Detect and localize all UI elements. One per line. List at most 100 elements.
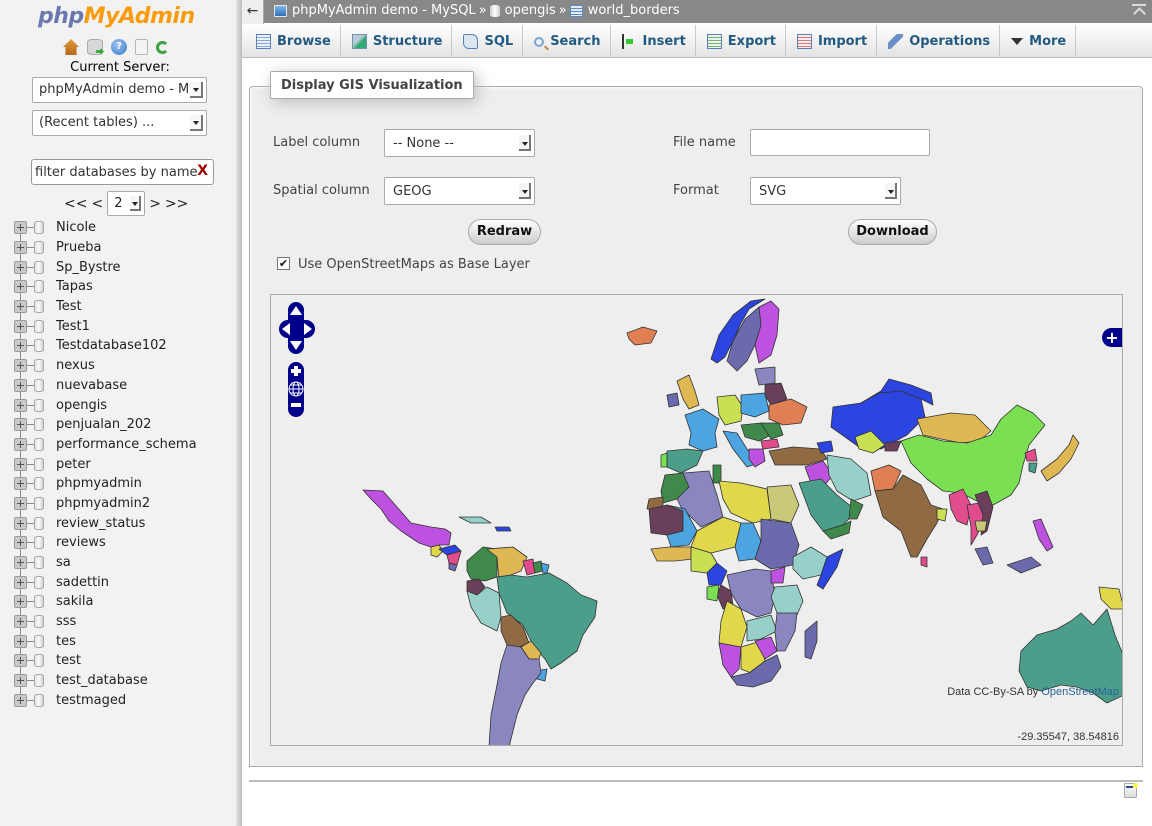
database-name[interactable]: Testdatabase102 — [56, 338, 167, 353]
database-name[interactable]: peter — [56, 457, 91, 472]
expand-icon[interactable] — [14, 260, 27, 274]
database-item[interactable]: nexus — [14, 356, 236, 376]
database-name[interactable]: Nicole — [56, 220, 96, 235]
expand-icon[interactable] — [14, 437, 27, 451]
tab-more[interactable]: More — [1000, 25, 1077, 58]
expand-icon[interactable] — [14, 477, 27, 491]
expand-icon[interactable] — [14, 654, 27, 668]
breadcrumb-table[interactable]: world_borders — [588, 3, 680, 18]
database-item[interactable]: test_database — [14, 671, 236, 691]
logout-icon[interactable] — [87, 39, 103, 55]
tab-import[interactable]: Import — [786, 25, 878, 58]
tab-structure[interactable]: Structure — [341, 25, 453, 58]
expand-icon[interactable] — [14, 693, 27, 707]
pan-up-button[interactable] — [285, 302, 309, 319]
database-item[interactable]: Tapas — [14, 277, 236, 297]
openstreetmap-link[interactable]: OpenStreetMap — [1041, 686, 1119, 698]
database-name[interactable]: testmaged — [56, 693, 126, 708]
expand-icon[interactable] — [14, 221, 27, 235]
tab-search[interactable]: Search — [523, 25, 611, 58]
breadcrumb-server[interactable]: phpMyAdmin demo - MySQL — [292, 3, 476, 18]
database-item[interactable]: Prueba — [14, 238, 236, 258]
database-item[interactable]: review_status — [14, 513, 236, 533]
tab-sql[interactable]: SQL — [452, 25, 524, 58]
database-name[interactable]: Test1 — [56, 319, 90, 334]
zoom-in-button[interactable] — [288, 362, 304, 378]
tab-export[interactable]: Export — [696, 25, 786, 58]
database-name[interactable]: Test — [56, 299, 82, 314]
download-button[interactable]: Download — [848, 219, 937, 245]
database-item[interactable]: sss — [14, 612, 236, 632]
expand-icon[interactable] — [14, 339, 27, 353]
expand-icon[interactable] — [14, 595, 27, 609]
database-name[interactable]: sadettin — [56, 575, 109, 590]
pan-down-button[interactable] — [285, 338, 309, 355]
expand-icon[interactable] — [14, 496, 27, 510]
format-select[interactable]: SVG — [750, 177, 901, 205]
database-item[interactable]: Test — [14, 297, 236, 317]
pager-prev[interactable]: < — [91, 196, 103, 212]
database-name[interactable]: opengis — [56, 398, 107, 413]
spatial-column-select[interactable]: GEOG — [384, 177, 535, 205]
home-icon[interactable] — [63, 39, 79, 55]
database-item[interactable]: Sp_Bystre — [14, 257, 236, 277]
expand-icon[interactable] — [14, 556, 27, 570]
expand-icon[interactable] — [14, 575, 27, 589]
database-item[interactable]: sakila — [14, 592, 236, 612]
pan-left-button[interactable] — [279, 320, 295, 338]
database-item[interactable]: tes — [14, 631, 236, 651]
navigation-resizer[interactable] — [236, 0, 242, 826]
clear-filter-icon[interactable]: X — [197, 163, 208, 179]
pager-last[interactable]: >> — [165, 196, 188, 212]
database-name[interactable]: phpmyadmin2 — [56, 496, 150, 511]
database-item[interactable]: phpmyadmin2 — [14, 494, 236, 514]
recent-tables-select[interactable]: (Recent tables) ... — [32, 110, 207, 136]
database-item[interactable]: sadettin — [14, 572, 236, 592]
database-name[interactable]: sakila — [56, 594, 93, 609]
help-icon[interactable]: ? — [111, 39, 127, 55]
database-item[interactable]: penjualan_202 — [14, 415, 236, 435]
breadcrumb-database[interactable]: opengis — [505, 3, 556, 18]
tab-browse[interactable]: Browse — [245, 25, 341, 58]
page-select[interactable]: 2 — [107, 191, 146, 216]
database-filter-input[interactable]: filter databases by name X — [31, 159, 214, 185]
back-button[interactable]: ← — [242, 0, 264, 24]
expand-icon[interactable] — [14, 398, 27, 412]
database-item[interactable]: Testdatabase102 — [14, 336, 236, 356]
console-icon[interactable] — [1124, 783, 1138, 798]
database-item[interactable]: sa — [14, 553, 236, 573]
expand-icon[interactable] — [14, 615, 27, 629]
pan-right-button[interactable] — [299, 320, 315, 338]
collapse-top-icon[interactable] — [1132, 4, 1146, 18]
database-name[interactable]: Sp_Bystre — [56, 260, 121, 275]
database-item[interactable]: nuevabase — [14, 376, 236, 396]
pager-next[interactable]: > — [149, 196, 161, 212]
database-item[interactable]: testmaged — [14, 691, 236, 711]
tab-operations[interactable]: Operations — [877, 25, 1001, 58]
expand-icon[interactable] — [14, 359, 27, 373]
expand-icon[interactable] — [14, 634, 27, 648]
gis-map[interactable]: + Data CC-By-SA by OpenStreetMap -29.355… — [270, 294, 1123, 746]
server-select[interactable]: phpMyAdmin demo - My — [32, 77, 207, 103]
file-name-input[interactable] — [750, 129, 930, 156]
database-name[interactable]: tes — [56, 634, 76, 649]
phpmyadmin-logo[interactable]: phpMyAdmin — [38, 4, 195, 29]
expand-icon[interactable] — [14, 674, 27, 688]
redraw-button[interactable]: Redraw — [468, 219, 541, 245]
layer-switcher-button[interactable]: + — [1102, 328, 1122, 347]
database-item[interactable]: peter — [14, 454, 236, 474]
expand-icon[interactable] — [14, 418, 27, 432]
expand-icon[interactable] — [14, 241, 27, 255]
tab-insert[interactable]: Insert — [611, 25, 696, 58]
database-name[interactable]: Tapas — [56, 279, 93, 294]
database-name[interactable]: sa — [56, 555, 71, 570]
database-name[interactable]: test_database — [56, 673, 148, 688]
pager-first[interactable]: << — [64, 196, 87, 212]
expand-icon[interactable] — [14, 536, 27, 550]
database-name[interactable]: penjualan_202 — [56, 417, 151, 432]
database-item[interactable]: phpmyadmin — [14, 474, 236, 494]
database-name[interactable]: sss — [56, 614, 76, 629]
database-name[interactable]: performance_schema — [56, 437, 197, 452]
database-item[interactable]: Test1 — [14, 316, 236, 336]
expand-icon[interactable] — [14, 378, 27, 392]
